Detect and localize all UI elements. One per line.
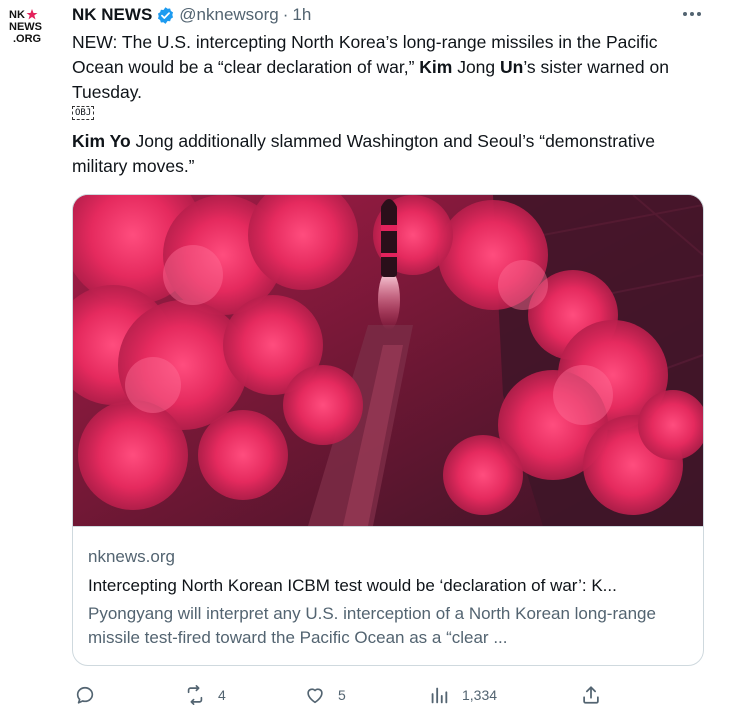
highlight-kim-yo: Kim Yo	[72, 131, 131, 151]
like-count: 5	[338, 687, 346, 703]
obj-placeholder-icon: OBJ	[72, 106, 95, 120]
logo-line-1: NK	[9, 9, 25, 21]
text-span: Jong additionally slammed Washington and…	[72, 131, 655, 176]
like-button[interactable]: 5	[304, 680, 346, 710]
reply-icon	[74, 684, 96, 706]
highlight-un: Un	[500, 57, 524, 77]
more-options-icon[interactable]	[680, 4, 704, 24]
tweet-text-paragraph-2: Kim Yo Jong additionally slammed Washing…	[72, 129, 672, 179]
link-preview-card[interactable]: nknews.org Intercepting North Korean ICB…	[72, 194, 704, 666]
card-image-missile-launch[interactable]	[73, 195, 703, 526]
tweet-timestamp[interactable]: 1h	[292, 5, 311, 25]
verified-badge-icon	[156, 6, 175, 25]
logo-line-3: .ORG	[13, 33, 41, 45]
tweet-text-paragraph-1: NEW: The U.S. intercepting North Korea’s…	[72, 30, 672, 105]
heart-icon	[304, 684, 326, 706]
reply-button[interactable]	[74, 680, 96, 710]
retweet-count: 4	[218, 687, 226, 703]
card-description: Pyongyang will interpret any U.S. interc…	[88, 604, 656, 647]
tweet-header: NK NEWS @nknewsorg · 1h	[72, 2, 311, 28]
retweet-button[interactable]: 4	[184, 680, 226, 710]
avatar[interactable]: NK NEWS .ORG	[6, 6, 46, 46]
account-name[interactable]: NK NEWS	[72, 5, 152, 25]
highlight-kim: Kim	[419, 57, 453, 77]
logo-line-2: NEWS	[9, 21, 42, 33]
separator-dot: ·	[282, 5, 289, 24]
nk-news-logo: NK NEWS .ORG	[6, 6, 46, 46]
card-title: Intercepting North Korean ICBM test woul…	[88, 576, 617, 595]
missile-shape	[381, 199, 397, 277]
share-icon	[580, 684, 602, 706]
retweet-icon	[184, 684, 206, 706]
card-meta[interactable]: nknews.org Intercepting North Korean ICB…	[73, 526, 703, 665]
views-button[interactable]: 1,334	[428, 680, 497, 710]
text-span: Jong	[452, 57, 501, 77]
views-count: 1,334	[462, 687, 498, 703]
tweet-action-bar: 4 5 1,334	[72, 680, 612, 710]
card-domain: nknews.org	[88, 547, 175, 566]
tweet[interactable]: NK NEWS .ORG NK NEWS @nknewsorg · 1h NEW…	[0, 0, 732, 722]
views-bar-chart-icon	[428, 684, 450, 706]
share-button[interactable]	[580, 680, 602, 710]
account-handle[interactable]: @nknewsorg	[179, 5, 278, 25]
